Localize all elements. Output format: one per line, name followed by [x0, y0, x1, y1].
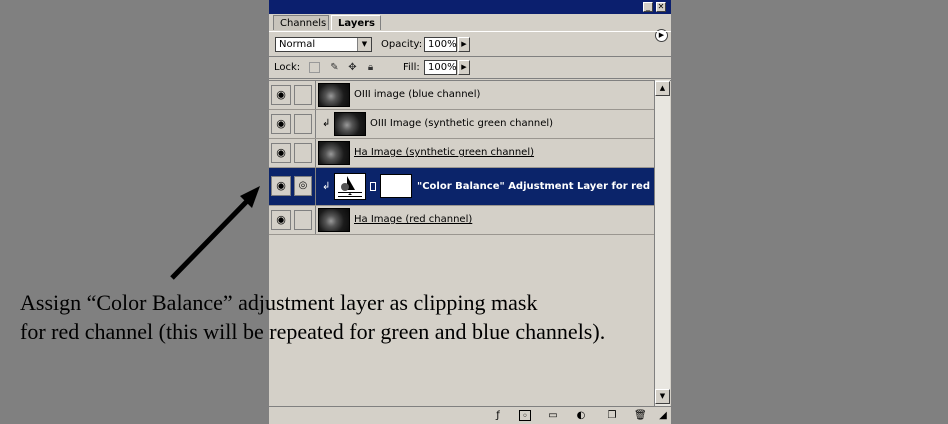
blend-mode-value: Normal: [279, 39, 316, 50]
eye-icon[interactable]: ◉: [271, 210, 291, 230]
layer-style-icon[interactable]: ƒ: [492, 410, 504, 421]
link-box[interactable]: [294, 114, 312, 134]
lock-all-icon[interactable]: 🔒︎: [365, 62, 376, 73]
layers-palette: _ ✕ Channels Layers ▶ Normal ▼ Opacity: …: [269, 0, 671, 424]
palette-titlebar[interactable]: _ ✕: [269, 0, 671, 14]
eye-icon[interactable]: ◉: [271, 143, 291, 163]
resize-grip-icon[interactable]: ◢: [657, 410, 669, 421]
new-group-icon[interactable]: ▭: [547, 410, 559, 421]
lock-label: Lock:: [274, 62, 301, 73]
blend-mode-select[interactable]: Normal ▼: [275, 37, 372, 52]
eye-icon[interactable]: ◉: [271, 114, 291, 134]
annotation-caption: Assign “Color Balance” adjustment layer …: [20, 288, 605, 346]
layer-row[interactable]: ◉ ↲ OIII Image (synthetic green channel): [269, 110, 655, 139]
layer-name[interactable]: "Color Balance" Adjustment Layer for red: [417, 181, 650, 193]
layer-name[interactable]: OIII image (blue channel): [354, 89, 480, 101]
adjustment-layer-icon[interactable]: ◐: [575, 410, 587, 421]
new-layer-icon[interactable]: ❐: [606, 410, 618, 421]
layer-row[interactable]: ◉ OIII image (blue channel): [269, 81, 655, 110]
palette-tabs: Channels Layers ▶: [269, 14, 671, 42]
layer-mask-icon[interactable]: ◎: [294, 176, 312, 196]
row-divider: [315, 139, 316, 167]
lock-transparency-icon[interactable]: [309, 62, 320, 73]
layer-thumbnail: [318, 141, 350, 165]
link-box[interactable]: [294, 210, 312, 230]
color-balance-icon: [334, 173, 366, 200]
tab-layers[interactable]: Layers: [331, 15, 381, 30]
layers-scrollbar[interactable]: ▲ ▼: [654, 80, 670, 406]
layer-row[interactable]: ◉ Ha Image (synthetic green channel): [269, 139, 655, 168]
row-divider: [315, 168, 316, 205]
close-icon[interactable]: ✕: [656, 2, 666, 12]
opacity-slider-button[interactable]: ▶: [458, 37, 470, 52]
minimize-icon[interactable]: _: [643, 2, 653, 12]
layer-thumbnail: [318, 83, 350, 107]
tab-channels[interactable]: Channels: [273, 15, 329, 30]
fill-slider-button[interactable]: ▶: [458, 60, 470, 75]
layer-name[interactable]: Ha Image (red channel): [354, 214, 472, 226]
mask-thumbnail[interactable]: [380, 174, 412, 198]
layers-list: ◉ OIII image (blue channel) ◉ ↲ OIII Ima…: [269, 80, 671, 236]
fill-label: Fill:: [403, 62, 420, 73]
layer-thumbnail: [334, 112, 366, 136]
chevron-down-icon: ▼: [357, 38, 371, 51]
layer-row-selected[interactable]: ◉ ◎ ↲ "Color Balance" Adjustment Layer f…: [269, 168, 655, 206]
eye-icon[interactable]: ◉: [271, 176, 291, 196]
opacity-label: Opacity:: [381, 39, 423, 50]
scroll-down-button[interactable]: ▼: [655, 389, 670, 404]
trash-icon[interactable]: 🗑︎: [634, 410, 647, 421]
chain-link-icon[interactable]: [370, 182, 376, 191]
eye-icon[interactable]: ◉: [271, 85, 291, 105]
lock-move-icon[interactable]: ✥: [347, 62, 358, 73]
layer-thumbnail: [318, 208, 350, 232]
layer-name[interactable]: OIII Image (synthetic green channel): [370, 118, 553, 130]
add-mask-icon[interactable]: ◦: [519, 410, 531, 422]
caption-line-1: Assign “Color Balance” adjustment layer …: [20, 290, 538, 315]
lock-options-row: Lock: ✎ ✥ 🔒︎ Fill: 100% ▶: [269, 57, 671, 79]
layer-name[interactable]: Ha Image (synthetic green channel): [354, 147, 534, 159]
blend-options-row: Normal ▼ Opacity: 100% ▶: [269, 31, 671, 57]
opacity-field[interactable]: 100%: [424, 37, 457, 52]
row-divider: [315, 110, 316, 138]
row-divider: [315, 206, 316, 234]
row-divider: [315, 81, 316, 109]
link-box[interactable]: [294, 143, 312, 163]
clip-arrow-icon: ↲: [322, 118, 331, 129]
layer-row[interactable]: ◉ Ha Image (red channel): [269, 206, 655, 235]
annotation-arrow: [170, 186, 260, 280]
link-box[interactable]: [294, 85, 312, 105]
clip-arrow-icon: ↲: [322, 181, 331, 192]
palette-bottom-bar: ƒ ◦ ▭ ◐ ❐ 🗑︎ ◢: [269, 406, 671, 424]
caption-line-2: for red channel (this will be repeated f…: [20, 319, 606, 344]
scroll-up-button[interactable]: ▲: [655, 81, 670, 96]
color-balance-glyph: [338, 176, 362, 197]
lock-brush-icon[interactable]: ✎: [329, 62, 340, 73]
fill-field[interactable]: 100%: [424, 60, 457, 75]
